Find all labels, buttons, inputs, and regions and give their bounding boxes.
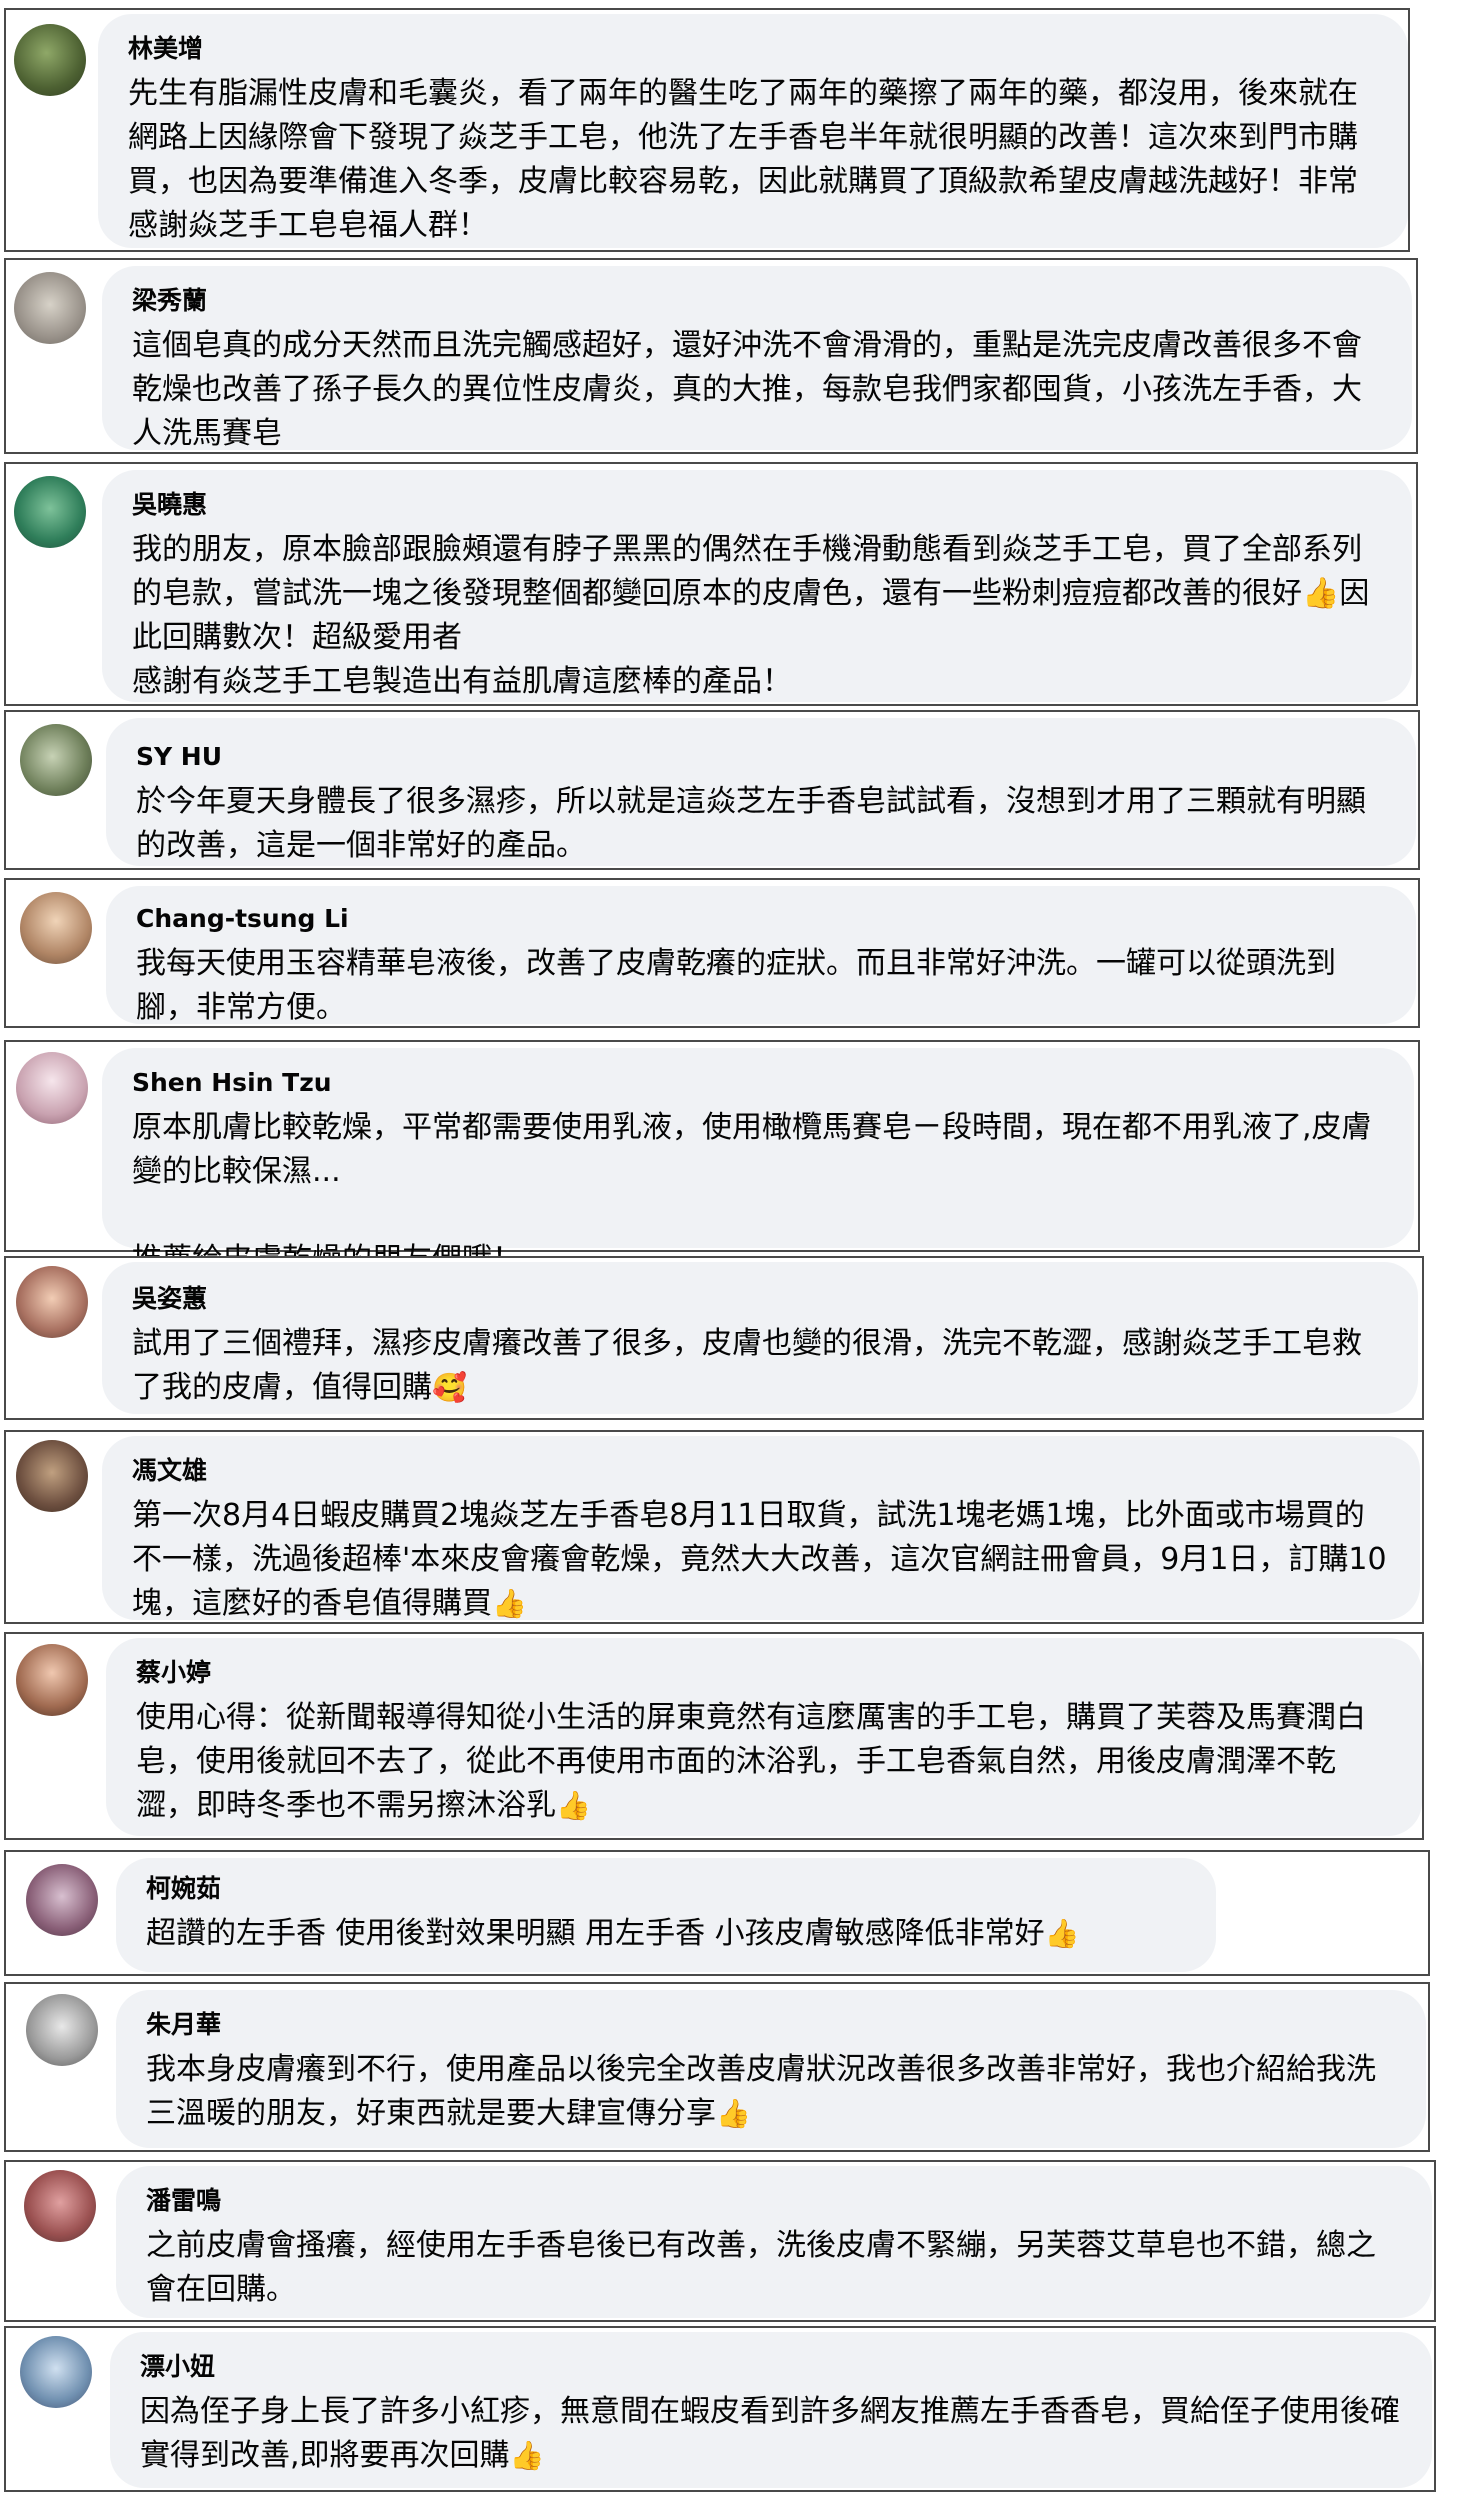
comment-card: 林美增 先生有脂漏性皮膚和毛囊炎，看了兩年的醫生吃了兩年的藥擦了兩年的藥，都沒用… — [4, 8, 1410, 252]
comment-text: 使用心得：從新聞報導得知從小生活的屏東竟然有這麼厲害的手工皂，購買了芙蓉及馬賽潤… — [136, 1696, 1394, 1828]
comment-bubble: 柯婉茹 超讚的左手香 使用後對效果明顯 用左手香 小孩皮膚敏感降低非常好👍 — [116, 1858, 1216, 1972]
comment-body: 試用了三個禮拜，濕疹皮膚癢改善了很多，皮膚也變的很滑，洗完不乾澀，感謝焱芝手工皂… — [132, 1326, 1362, 1405]
avatar[interactable] — [20, 724, 92, 796]
comment-text: 我的朋友，原本臉部跟臉頰還有脖子黑黑的偶然在手機滑動態看到焱芝手工皂，買了全部系… — [132, 532, 1370, 699]
comment-text: 因為侄子身上長了許多小紅疹，無意間在蝦皮看到許多網友推薦左手香香皂，買給侄子使用… — [140, 2390, 1404, 2478]
commenter-name[interactable]: SY HU — [136, 740, 1388, 774]
comment-bubble: 朱月華 我本身皮膚癢到不行，使用產品以後完全改善皮膚狀況改善很多改善非常好，我也… — [116, 1990, 1426, 2148]
avatar[interactable] — [16, 1644, 88, 1716]
comment-card: 柯婉茹 超讚的左手香 使用後對效果明顯 用左手香 小孩皮膚敏感降低非常好👍 — [4, 1850, 1430, 1976]
comment-bubble: 吳曉惠 我的朋友，原本臉部跟臉頰還有脖子黑黑的偶然在手機滑動態看到焱芝手工皂，買… — [102, 470, 1412, 702]
comment-body: 超讚的左手香 使用後對效果明顯 用左手香 小孩皮膚敏感降低非常好 — [146, 1916, 1045, 1951]
avatar[interactable] — [20, 892, 92, 964]
commenter-name[interactable]: Shen Hsin Tzu — [132, 1066, 1386, 1100]
commenter-name[interactable]: 吳姿蕙 — [132, 1282, 1390, 1316]
comment-text: 我每天使用玉容精華皂液後，改善了皮膚乾癢的症狀。而且非常好沖洗。一罐可以從頭洗到… — [136, 946, 1336, 1025]
commenter-name[interactable]: 朱月華 — [146, 2008, 1398, 2042]
comment-card: 蔡小婷 使用心得：從新聞報導得知從小生活的屏東竟然有這麼厲害的手工皂，購買了芙蓉… — [4, 1632, 1424, 1840]
avatar[interactable] — [14, 24, 86, 96]
comment-bubble: 林美增 先生有脂漏性皮膚和毛囊炎，看了兩年的醫生吃了兩年的藥擦了兩年的藥，都沒用… — [98, 14, 1408, 248]
commenter-name[interactable]: 漂小妞 — [140, 2350, 1404, 2384]
thumbs-up-icon: 👍 — [492, 1587, 527, 1620]
avatar[interactable] — [16, 1052, 88, 1124]
comment-card: 朱月華 我本身皮膚癢到不行，使用產品以後完全改善皮膚狀況改善很多改善非常好，我也… — [4, 1982, 1430, 2152]
comment-bubble: Chang-tsung Li 我每天使用玉容精華皂液後，改善了皮膚乾癢的症狀。而… — [106, 886, 1416, 1025]
comment-bubble: 吳姿蕙 試用了三個禮拜，濕疹皮膚癢改善了很多，皮膚也變的很滑，洗完不乾澀，感謝焱… — [102, 1262, 1418, 1414]
comment-body: 第一次8月4日蝦皮購買2塊焱芝左手香皂8月11日取貨，試洗1塊老媽1塊，比外面或… — [132, 1498, 1387, 1621]
commenter-name[interactable]: 林美增 — [128, 32, 1380, 66]
comment-body: 使用心得：從新聞報導得知從小生活的屏東竟然有這麼厲害的手工皂，購買了芙蓉及馬賽潤… — [136, 1700, 1366, 1823]
comment-bubble: 馮文雄 第一次8月4日蝦皮購買2塊焱芝左手香皂8月11日取貨，試洗1塊老媽1塊，… — [102, 1436, 1420, 1621]
commenter-name[interactable]: 蔡小婷 — [136, 1656, 1394, 1690]
avatar[interactable] — [24, 2170, 96, 2242]
commenter-name[interactable]: 柯婉茹 — [146, 1872, 1188, 1906]
comment-card: 潘雷鳴 之前皮膚會搔癢，經使用左手香皂後已有改善，洗後皮膚不緊繃，另芙蓉艾草皂也… — [4, 2160, 1436, 2322]
comment-card: Chang-tsung Li 我每天使用玉容精華皂液後，改善了皮膚乾癢的症狀。而… — [4, 878, 1420, 1028]
comment-body: 我本身皮膚癢到不行，使用產品以後完全改善皮膚狀況改善很多改善非常好，我也介紹給我… — [146, 2052, 1376, 2131]
comment-bubble: SY HU 於今年夏天身體長了很多濕疹，所以就是這焱芝左手香皂試試看，沒想到才用… — [106, 718, 1416, 866]
comment-card: 吳曉惠 我的朋友，原本臉部跟臉頰還有脖子黑黑的偶然在手機滑動態看到焱芝手工皂，買… — [4, 462, 1418, 706]
comment-text: 我本身皮膚癢到不行，使用產品以後完全改善皮膚狀況改善很多改善非常好，我也介紹給我… — [146, 2048, 1398, 2136]
commenter-name[interactable]: Chang-tsung Li — [136, 902, 1388, 936]
comment-text: 於今年夏天身體長了很多濕疹，所以就是這焱芝左手香皂試試看，沒想到才用了三顆就有明… — [136, 784, 1366, 863]
comment-card: Shen Hsin Tzu 原本肌膚比較乾燥，平常都需要使用乳液，使用橄欖馬賽皂… — [4, 1040, 1420, 1277]
comment-bubble: Shen Hsin Tzu 原本肌膚比較乾燥，平常都需要使用乳液，使用橄欖馬賽皂… — [102, 1048, 1414, 1277]
commenter-name[interactable]: 潘雷鳴 — [146, 2184, 1404, 2218]
commenter-name[interactable]: 馮文雄 — [132, 1454, 1392, 1488]
comment-card: 漂小妞 因為侄子身上長了許多小紅疹，無意間在蝦皮看到許多網友推薦左手香香皂，買給… — [4, 2326, 1436, 2492]
comment-bubble: 漂小妞 因為侄子身上長了許多小紅疹，無意間在蝦皮看到許多網友推薦左手香香皂，買給… — [110, 2332, 1432, 2488]
avatar[interactable] — [26, 1994, 98, 2066]
avatar[interactable] — [16, 1440, 88, 1512]
comment-bubble: 蔡小婷 使用心得：從新聞報導得知從小生活的屏東竟然有這麼厲害的手工皂，購買了芙蓉… — [106, 1638, 1422, 1836]
avatar[interactable] — [26, 1864, 98, 1936]
thumbs-up-icon: 👍 — [1044, 1917, 1080, 1950]
comment-text: 超讚的左手香 使用後對效果明顯 用左手香 小孩皮膚敏感降低非常好👍 — [146, 1912, 1188, 1956]
avatar[interactable] — [16, 1266, 88, 1338]
comment-card: 梁秀蘭 這個皂真的成分天然而且洗完觸感超好，還好沖洗不會滑滑的，重點是洗完皮膚改… — [4, 258, 1418, 454]
avatar[interactable] — [20, 2336, 92, 2408]
avatar[interactable] — [14, 272, 86, 344]
comment-bubble: 梁秀蘭 這個皂真的成分天然而且洗完觸感超好，還好沖洗不會滑滑的，重點是洗完皮膚改… — [102, 266, 1412, 451]
comment-card: 吳姿蕙 試用了三個禮拜，濕疹皮膚癢改善了很多，皮膚也變的很滑，洗完不乾澀，感謝焱… — [4, 1256, 1424, 1420]
commenter-name[interactable]: 吳曉惠 — [132, 488, 1384, 522]
comment-card: SY HU 於今年夏天身體長了很多濕疹，所以就是這焱芝左手香皂試試看，沒想到才用… — [4, 710, 1420, 870]
comment-text: 先生有脂漏性皮膚和毛囊炎，看了兩年的醫生吃了兩年的藥擦了兩年的藥，都沒用，後來就… — [128, 76, 1358, 243]
comment-text: 第一次8月4日蝦皮購買2塊焱芝左手香皂8月11日取貨，試洗1塊老媽1塊，比外面或… — [132, 1494, 1392, 1626]
comment-card: 馮文雄 第一次8月4日蝦皮購買2塊焱芝左手香皂8月11日取貨，試洗1塊老媽1塊，… — [4, 1430, 1424, 1624]
comment-text: 試用了三個禮拜，濕疹皮膚癢改善了很多，皮膚也變的很滑，洗完不乾澀，感謝焱芝手工皂… — [132, 1322, 1390, 1410]
thumbs-up-icon: 👍 — [556, 1789, 591, 1822]
comment-bubble: 潘雷鳴 之前皮膚會搔癢，經使用左手香皂後已有改善，洗後皮膚不緊繃，另芙蓉艾草皂也… — [116, 2166, 1432, 2318]
comment-body: 因為侄子身上長了許多小紅疹，無意間在蝦皮看到許多網友推薦左手香香皂，買給侄子使用… — [140, 2394, 1400, 2473]
commenter-name[interactable]: 梁秀蘭 — [132, 284, 1384, 318]
comment-text: 這個皂真的成分天然而且洗完觸感超好，還好沖洗不會滑滑的，重點是洗完皮膚改善很多不… — [132, 328, 1362, 451]
comment-text: 之前皮膚會搔癢，經使用左手香皂後已有改善，洗後皮膚不緊繃，另芙蓉艾草皂也不錯，總… — [146, 2228, 1376, 2307]
avatar[interactable] — [14, 476, 86, 548]
thumbs-up-icon: 👍 — [509, 2439, 545, 2472]
smiling-face-with-hearts-icon: 🥰 — [432, 1371, 467, 1404]
thumbs-up-icon: 👍 — [716, 2097, 751, 2130]
